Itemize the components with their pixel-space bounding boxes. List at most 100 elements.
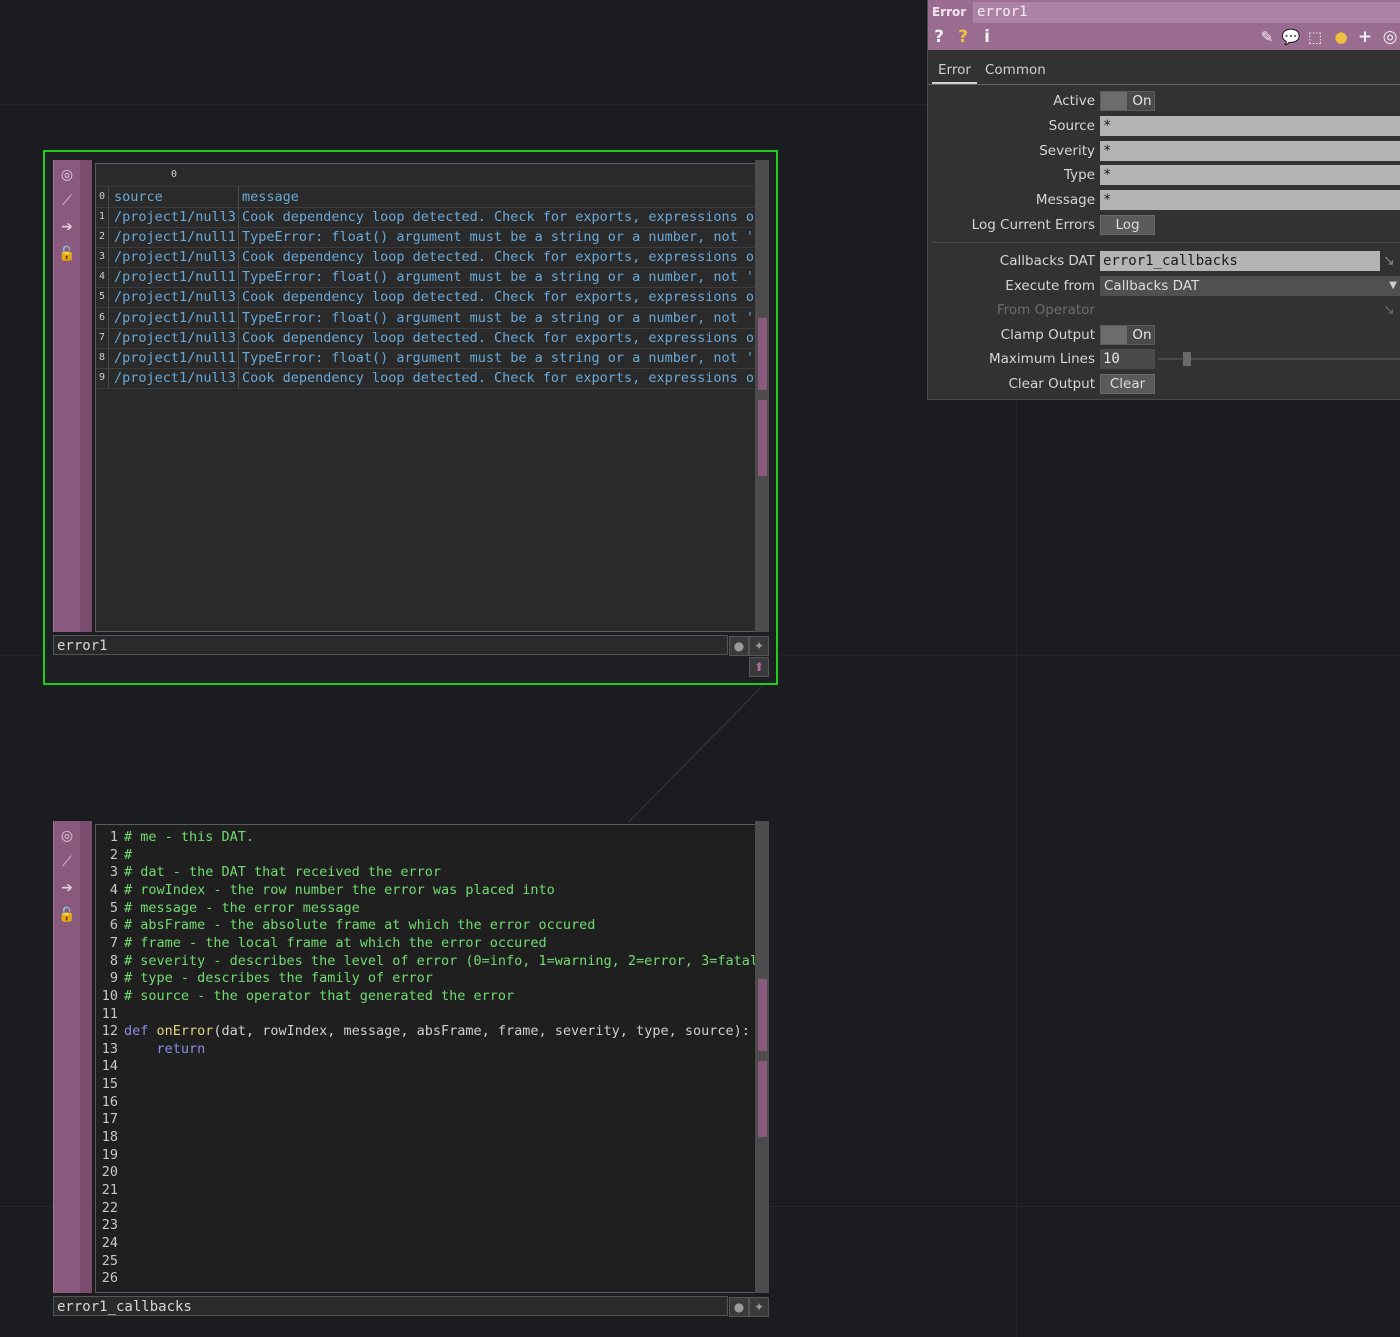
pencil-icon[interactable]: ✎ (1256, 25, 1278, 50)
message-cell[interactable]: TypeError: float() argument must be a st… (240, 227, 756, 247)
source-cell[interactable]: /project1/null1 (112, 307, 239, 328)
scroll-thumb[interactable] (758, 979, 767, 1051)
source-field[interactable]: * (1100, 116, 1400, 136)
lock-icon[interactable]: 🔓 (58, 245, 76, 263)
message-field[interactable]: * (1100, 190, 1400, 210)
table-row[interactable]: 7/project1/null3 Cook dependency loop det… (96, 327, 756, 349)
code-line[interactable]: 14 (96, 1058, 124, 1076)
error-dat-right-scrollbar[interactable] (755, 160, 769, 632)
code-line[interactable]: 26 (96, 1270, 124, 1288)
code-line[interactable]: 1 # me - this DAT. (96, 829, 254, 847)
message-cell[interactable]: Cook dependency loop detected. Check for… (240, 247, 756, 267)
pin-icon[interactable]: ✦ (749, 1297, 769, 1317)
execute-from-menu[interactable]: Callbacks DAT ▼ (1100, 276, 1400, 296)
tab-error[interactable]: Error (932, 58, 977, 84)
display-flag-icon[interactable]: ➔ (58, 879, 76, 897)
message-cell[interactable]: TypeError: float() argument must be a st… (240, 348, 756, 368)
severity-field[interactable]: * (1100, 141, 1400, 161)
code-line[interactable]: 5 # message - the error message (96, 900, 360, 918)
code-line[interactable]: 15 (96, 1076, 124, 1094)
maximum-lines-slider-handle[interactable] (1183, 352, 1191, 366)
drag-reference-icon[interactable]: ↘ (1383, 299, 1395, 321)
drag-reference-icon[interactable]: ↘ (1383, 250, 1395, 272)
code-line[interactable]: 24 (96, 1235, 124, 1253)
python-help-icon[interactable]: ? (952, 25, 974, 50)
maximum-lines-slider-track[interactable] (1158, 358, 1400, 360)
code-line[interactable]: 17 (96, 1111, 124, 1129)
display-flag-icon[interactable]: ➔ (58, 218, 76, 236)
table-row[interactable]: 9/project1/null3 Cook dependency loop det… (96, 367, 756, 389)
table-row[interactable]: 5/project1/null3 Cook dependency loop det… (96, 287, 756, 309)
table-row[interactable]: 3/project1/null3 Cook dependency loop det… (96, 247, 756, 269)
code-line[interactable]: 11 (96, 1006, 124, 1024)
type-field[interactable]: * (1100, 165, 1400, 185)
error-dat-name-field[interactable]: error1 (53, 635, 728, 655)
python-icon[interactable]: ● (1330, 25, 1352, 50)
output-connector-icon[interactable]: ⬆ (749, 657, 769, 677)
clamp-output-toggle[interactable]: On (1100, 325, 1155, 345)
scroll-thumb[interactable] (758, 318, 767, 390)
source-cell[interactable]: /project1/null3 (112, 287, 239, 308)
table-row[interactable]: 1/project1/null3 Cook dependency loop det… (96, 207, 756, 228)
clone-icon[interactable]: ⬚ (1304, 25, 1326, 50)
code-line[interactable]: 6 # absFrame - the absolute frame at whic… (96, 917, 596, 935)
lock-icon[interactable]: 🔓 (58, 906, 76, 924)
code-line[interactable]: 2 # (96, 847, 132, 865)
message-cell[interactable]: Cook dependency loop detected. Check for… (240, 328, 756, 348)
source-cell[interactable]: /project1/null3 (112, 327, 239, 348)
code-line[interactable]: 22 (96, 1200, 124, 1218)
tab-common[interactable]: Common (985, 58, 1046, 82)
table-row[interactable]: 6/project1/null1 TypeError: float() argum… (96, 307, 756, 329)
table-header-row[interactable]: 0 source message (96, 187, 756, 208)
source-cell[interactable]: /project1/null1 (112, 227, 239, 248)
viewer-toggle-icon[interactable]: ● (729, 1297, 749, 1317)
callbacks-code-viewer[interactable]: 1 # me - this DAT. 2 #3 # dat - the DAT that… (95, 824, 757, 1293)
code-line[interactable]: 16 (96, 1094, 124, 1112)
scroll-thumb[interactable] (758, 1061, 767, 1137)
source-cell[interactable]: /project1/null3 (112, 367, 239, 388)
target-icon[interactable]: ◎ (1379, 25, 1400, 50)
viewer-toggle-icon[interactable]: ● (729, 636, 749, 656)
message-cell[interactable]: Cook dependency loop detected. Check for… (240, 207, 756, 227)
viewer-active-icon[interactable]: ◎ (58, 827, 76, 845)
maximum-lines-field[interactable]: 10 (1100, 349, 1155, 369)
callbacks-dat-right-scrollbar[interactable] (755, 821, 769, 1293)
code-line[interactable]: 19 (96, 1147, 124, 1165)
table-row[interactable]: 8/project1/null1 TypeError: float() argum… (96, 347, 756, 369)
pin-icon[interactable]: ✦ (749, 636, 769, 656)
message-cell[interactable]: Cook dependency loop detected. Check for… (240, 287, 756, 307)
code-line[interactable]: 12 def onError(dat, rowIndex, message, ab… (96, 1023, 750, 1041)
bypass-icon[interactable]: ⟋ (58, 853, 76, 871)
code-line[interactable]: 23 (96, 1217, 124, 1235)
code-line[interactable]: 13 return (96, 1041, 206, 1059)
comment-icon[interactable]: 💬 (1280, 25, 1302, 50)
message-cell[interactable]: Cook dependency loop detected. Check for… (240, 368, 756, 388)
info-icon[interactable]: i (976, 25, 998, 50)
scroll-thumb[interactable] (758, 400, 767, 476)
code-line[interactable]: 18 (96, 1129, 124, 1147)
header-source-cell[interactable]: source (112, 187, 239, 207)
header-message-cell[interactable]: message (240, 187, 756, 207)
source-cell[interactable]: /project1/null1 (112, 347, 239, 368)
plus-icon[interactable]: + (1354, 25, 1376, 50)
help-icon[interactable]: ? (928, 25, 950, 50)
message-cell[interactable]: TypeError: float() argument must be a st… (240, 308, 756, 328)
operator-name-field[interactable]: error1 (973, 2, 1400, 23)
source-cell[interactable]: /project1/null3 (112, 247, 239, 268)
clear-button[interactable]: Clear (1100, 374, 1155, 394)
table-row[interactable]: 2/project1/null1 TypeError: float() argum… (96, 227, 756, 249)
code-line[interactable]: 21 (96, 1182, 124, 1200)
callbacks-dat-name-field[interactable]: error1_callbacks (53, 1296, 728, 1316)
callbacks-dat-field[interactable]: error1_callbacks (1100, 251, 1380, 271)
active-toggle[interactable]: On (1100, 91, 1155, 111)
code-line[interactable]: 20 (96, 1164, 124, 1182)
code-line[interactable]: 3 # dat - the DAT that received the error (96, 864, 441, 882)
source-cell[interactable]: /project1/null3 (112, 207, 239, 227)
error-table-viewer[interactable]: 0 0 source message 1/project1/null3 Cook … (95, 163, 757, 632)
code-line[interactable]: 10 # source - the operator that generated… (96, 988, 514, 1006)
source-cell[interactable]: /project1/null1 (112, 267, 239, 288)
bypass-icon[interactable]: ⟋ (58, 192, 76, 210)
viewer-active-icon[interactable]: ◎ (58, 166, 76, 184)
table-row[interactable]: 4/project1/null1 TypeError: float() argum… (96, 267, 756, 289)
code-line[interactable]: 25 (96, 1253, 124, 1271)
